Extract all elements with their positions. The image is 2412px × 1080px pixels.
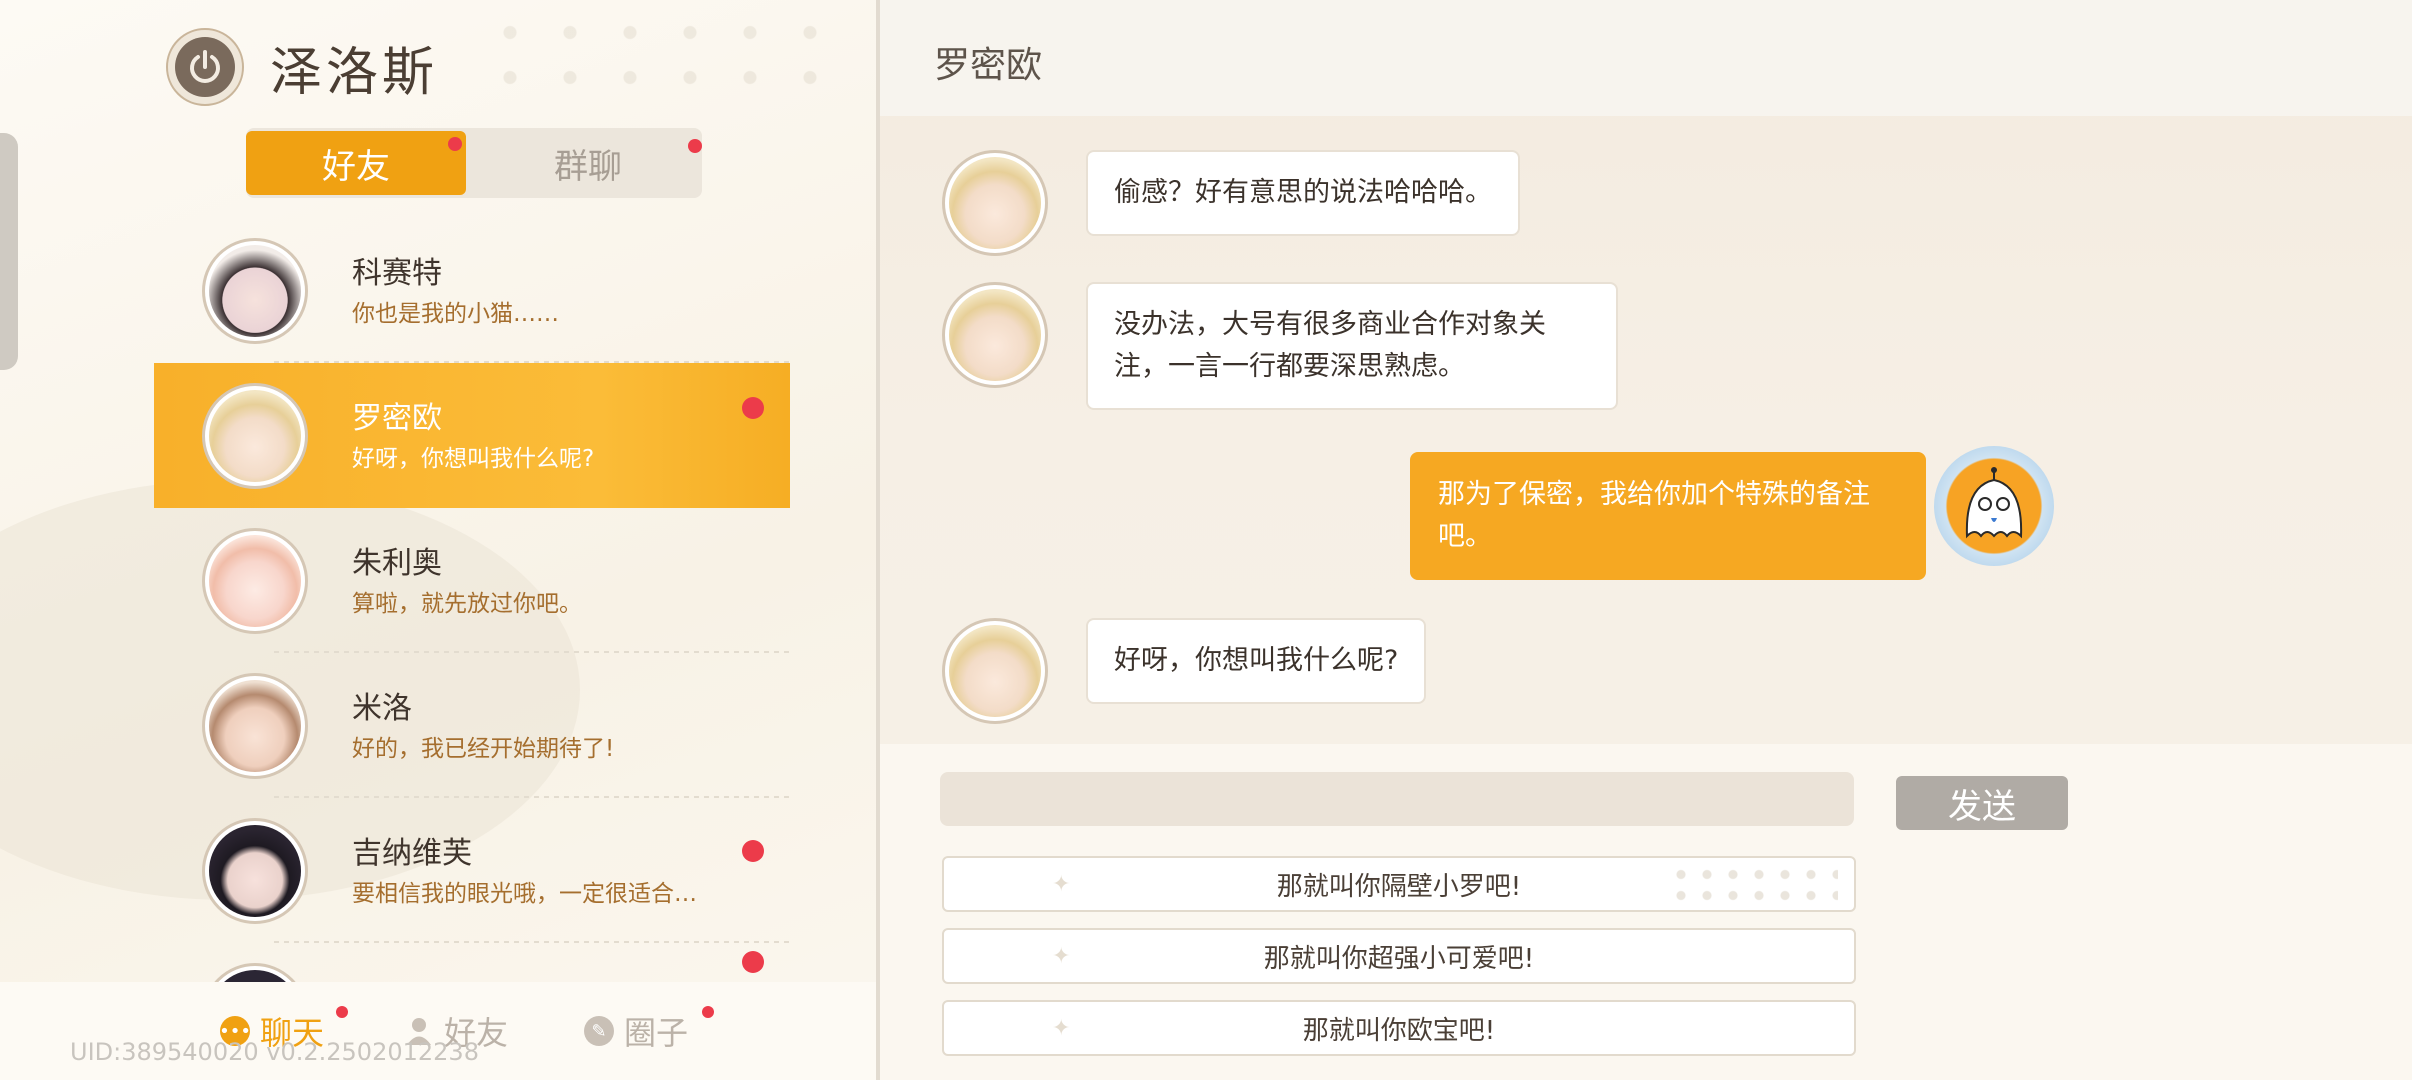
- power-icon: [175, 37, 235, 97]
- contact-item[interactable]: 朱利奥 算啦，就先放过你吧。: [154, 508, 790, 653]
- contact-tabs: 好友 群聊: [246, 128, 702, 198]
- message-bubble: 偷感？好有意思的说法哈哈哈。: [1086, 150, 1520, 236]
- contact-avatar: [202, 238, 308, 344]
- contact-last-message: 好的，我已经开始期待了!: [352, 736, 615, 762]
- unread-dot: [448, 137, 462, 151]
- reply-option-label: 那就叫你超强小可爱吧!: [1263, 943, 1535, 974]
- chat-panel: 罗密欧 偷感？好有意思的说法哈哈哈。 没办法，大号有很多商业合作对象关注，一言一…: [880, 0, 2412, 1080]
- contact-avatar: [202, 673, 308, 779]
- nav-circle[interactable]: ✎ 圈子: [584, 1006, 714, 1054]
- contact-item[interactable]: 科赛特 你也是我的小猫……: [154, 218, 790, 363]
- reply-option-label: 那就叫你隔壁小罗吧!: [1276, 871, 1522, 902]
- contact-avatar: [202, 528, 308, 634]
- contact-avatar: [202, 818, 308, 924]
- self-avatar[interactable]: [1934, 446, 2054, 566]
- message-bubble: 好呀，你想叫我什么呢?: [1086, 618, 1427, 704]
- contact-last-message: 你也是我的小猫……: [352, 301, 559, 327]
- contact-name: 朱利奥: [352, 546, 442, 581]
- power-button[interactable]: [166, 28, 244, 106]
- chat-avatar-romeo[interactable]: [942, 150, 1048, 256]
- message-bubble: 没办法，大号有很多商业合作对象关注，一言一行都要深思熟虑。: [1086, 282, 1618, 410]
- uid-version-text: UID:389540020 v0.2.2502012238: [70, 1038, 479, 1066]
- contact-item-active[interactable]: 罗密欧 好呀，你想叫我什么呢?: [154, 363, 790, 508]
- reply-option[interactable]: ✦ 那就叫你隔壁小罗吧!: [942, 856, 1856, 912]
- ghost-mascot-icon: [1965, 467, 2023, 539]
- message-bubble-self: 那为了保密，我给你加个特殊的备注吧。: [1410, 452, 1926, 580]
- contact-item[interactable]: 吉纳维芙 要相信我的眼光哦，一定很适合…: [154, 798, 790, 943]
- contact-name: 吉纳维芙: [352, 836, 472, 871]
- contact-name: 罗密欧: [352, 401, 442, 436]
- contact-last-message: 要相信我的眼光哦，一定很适合…: [352, 881, 697, 907]
- decor-stars: [480, 10, 840, 100]
- contact-item-partial[interactable]: [154, 943, 790, 983]
- diamond-decor-icon: ✦: [1052, 944, 1071, 969]
- contact-avatar: [202, 383, 308, 489]
- unread-dot: [688, 139, 702, 153]
- message-input[interactable]: [940, 772, 1854, 826]
- side-drawer-handle[interactable]: [0, 133, 18, 370]
- unread-dot: [336, 1006, 348, 1018]
- reply-option-label: 那就叫你欧宝吧!: [1302, 1015, 1496, 1046]
- diamond-decor-icon: ✦: [1052, 1016, 1071, 1041]
- reply-area: 发送 ✦ 那就叫你隔壁小罗吧! ✦ 那就叫你超强小可爱吧! ✦ 那就叫你欧宝吧!: [880, 744, 2412, 1080]
- chat-title: 罗密欧: [934, 45, 1043, 86]
- contact-last-message: 好呀，你想叫我什么呢?: [352, 446, 595, 472]
- tab-groups-label: 群聊: [554, 146, 622, 187]
- contact-item[interactable]: 米洛 好的，我已经开始期待了!: [154, 653, 790, 798]
- player-name: 泽洛斯: [270, 43, 439, 103]
- nav-circle-label: 圈子: [624, 1014, 689, 1052]
- contact-last-message: 算啦，就先放过你吧。: [352, 591, 582, 617]
- reply-option[interactable]: ✦ 那就叫你超强小可爱吧!: [942, 928, 1856, 984]
- contact-name: 科赛特: [352, 256, 442, 291]
- chat-avatar-romeo[interactable]: [942, 282, 1048, 388]
- send-button[interactable]: 发送: [1896, 776, 2068, 830]
- chat-header: 罗密欧: [880, 0, 2412, 116]
- diamond-decor-icon: ✦: [1052, 872, 1071, 897]
- decor-dots: [1668, 864, 1838, 906]
- compass-icon: ✎: [584, 1016, 614, 1046]
- contact-list: 科赛特 你也是我的小猫…… 罗密欧 好呀，你想叫我什么呢? 朱利奥 算啦，就先放…: [154, 218, 790, 983]
- unread-dot: [742, 840, 764, 862]
- unread-dot: [742, 397, 764, 419]
- contact-name: 米洛: [352, 691, 412, 726]
- contacts-panel: 泽洛斯 好友 群聊 科赛特 你也是我的小猫…… 罗密欧 好呀，你想叫我什么呢?: [0, 0, 876, 1080]
- unread-dot: [702, 1006, 714, 1018]
- chat-avatar-romeo[interactable]: [942, 618, 1048, 724]
- contact-avatar: [202, 963, 308, 983]
- tab-groups[interactable]: 群聊: [478, 131, 702, 195]
- tab-friends-label: 好友: [322, 146, 390, 187]
- reply-option[interactable]: ✦ 那就叫你欧宝吧!: [942, 1000, 1856, 1056]
- unread-dot: [742, 951, 764, 973]
- tab-friends[interactable]: 好友: [246, 131, 466, 195]
